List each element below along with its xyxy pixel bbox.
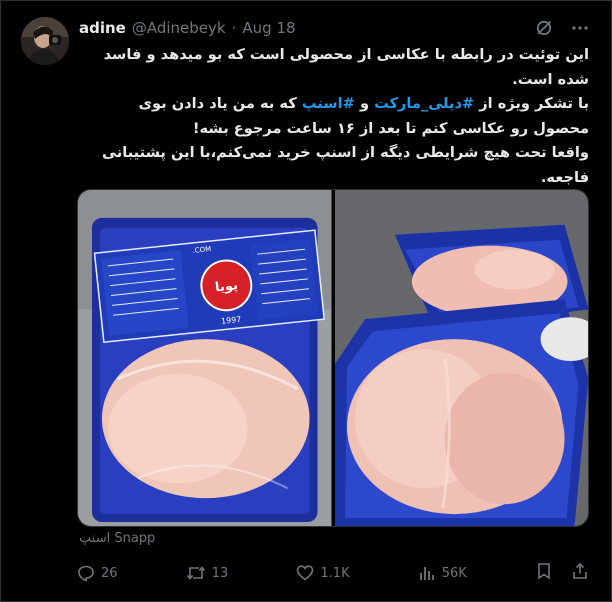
repost-button[interactable]: 13 — [186, 564, 229, 582]
tweet-card[interactable]: adine @Adinebeyk · Aug 18 این توئیت در ر… — [0, 0, 612, 602]
tweet-secondary-actions — [535, 562, 589, 584]
tweet-line-2-start: با تشکر ویژه از — [474, 95, 589, 113]
views-button[interactable]: 56K — [418, 564, 467, 582]
views-icon — [418, 564, 436, 582]
header-separator: · — [231, 19, 237, 37]
grok-icon[interactable] — [535, 19, 553, 37]
tweet-line-2: با تشکر ویژه از #دیلی_مارکت و #اسنپ که ب… — [79, 92, 589, 141]
media-grid: پویا 1997 .COM — [77, 189, 589, 527]
like-button[interactable]: 1.1K — [296, 564, 350, 582]
repost-count: 13 — [211, 565, 229, 581]
tweet-top-actions — [535, 19, 589, 37]
tweet-header: adine @Adinebeyk · Aug 18 — [79, 19, 296, 37]
tweet-text: این توئیت در رابطه با عکاسی از محصولی اس… — [79, 43, 589, 191]
repost-icon — [186, 564, 206, 582]
like-count: 1.1K — [320, 565, 350, 581]
hashtag-daily-market[interactable]: #دیلی_مارکت — [374, 95, 474, 112]
reply-button[interactable]: 26 — [77, 564, 118, 582]
tweet-action-bar: 26 13 1.1K 56K — [77, 561, 589, 585]
package-brand: پویا — [214, 278, 238, 295]
photo-packaged-chicken[interactable]: پویا 1997 .COM — [78, 190, 332, 526]
share-icon[interactable] — [571, 562, 589, 584]
like-icon — [296, 564, 314, 582]
avatar[interactable] — [21, 17, 69, 65]
bookmark-icon[interactable] — [535, 562, 553, 584]
display-name[interactable]: adine — [79, 19, 126, 37]
tweet-date[interactable]: Aug 18 — [242, 19, 295, 37]
hashtag-snapp[interactable]: #اسنپ — [302, 95, 355, 112]
reply-icon — [77, 564, 95, 582]
views-count: 56K — [441, 565, 467, 581]
reply-count: 26 — [101, 565, 118, 581]
media-source-label[interactable]: اسنپ Snapp — [79, 531, 155, 546]
tweet-line-3: واقعا تحت هیچ شرایطی دیگه از اسنپ خرید ن… — [101, 144, 589, 186]
user-handle[interactable]: @Adinebeyk — [132, 19, 226, 37]
tweet-line-2-and: و — [354, 95, 375, 113]
photo-open-chicken-trays[interactable] — [334, 190, 588, 526]
more-icon[interactable] — [571, 19, 589, 37]
tweet-line-1: این توئیت در رابطه با عکاسی از محصولی اس… — [103, 46, 589, 88]
